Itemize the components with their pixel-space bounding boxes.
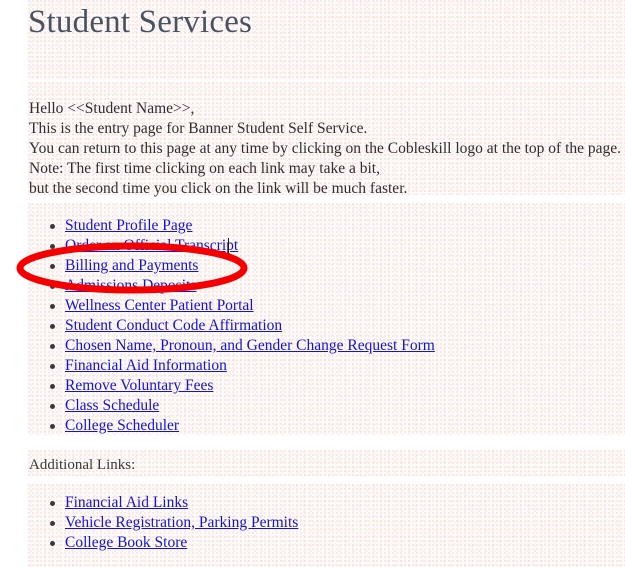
list-item: Student Conduct Code Affirmation	[29, 316, 435, 336]
link-class-schedule[interactable]: Class Schedule	[65, 397, 159, 414]
list-item: Chosen Name, Pronoun, and Gender Change …	[29, 336, 435, 356]
link-billing-and-payments[interactable]: Billing and Payments	[65, 257, 198, 274]
list-item: Vehicle Registration, Parking Permits	[29, 513, 298, 533]
text-caret	[228, 238, 229, 255]
main-link-list: Student Profile Page Order an Official T…	[29, 216, 435, 436]
intro-line-entry-page: This is the entry page for Banner Studen…	[29, 120, 368, 137]
link-chosen-name-request-form[interactable]: Chosen Name, Pronoun, and Gender Change …	[65, 337, 435, 354]
list-item: Student Profile Page	[29, 216, 435, 236]
list-item: Wellness Center Patient Portal	[29, 296, 435, 316]
link-wellness-center-portal[interactable]: Wellness Center Patient Portal	[65, 297, 254, 314]
additional-link-list: Financial Aid Links Vehicle Registration…	[29, 493, 298, 553]
intro-line-note-cont: but the second time you click on the lin…	[29, 180, 408, 197]
link-remove-voluntary-fees[interactable]: Remove Voluntary Fees	[65, 377, 213, 394]
list-item: College Book Store	[29, 533, 298, 553]
link-order-official-transcript[interactable]: Order an Official Transcript	[65, 237, 238, 254]
list-item: Order an Official Transcript	[29, 236, 435, 256]
link-financial-aid-links[interactable]: Financial Aid Links	[65, 494, 188, 511]
intro-line-greeting: Hello <<Student Name>>,	[29, 100, 195, 117]
link-college-book-store[interactable]: College Book Store	[65, 534, 187, 551]
list-item: Remove Voluntary Fees	[29, 376, 435, 396]
intro-paragraph: Hello <<Student Name>>, This is the entr…	[29, 99, 621, 199]
intro-line-return: You can return to this page at any time …	[29, 140, 622, 157]
link-student-conduct-code[interactable]: Student Conduct Code Affirmation	[65, 317, 282, 334]
link-vehicle-registration[interactable]: Vehicle Registration, Parking Permits	[65, 514, 298, 531]
link-college-scheduler[interactable]: College Scheduler	[65, 417, 179, 434]
additional-links-heading: Additional Links:	[29, 457, 136, 473]
page-title: Student Services	[28, 4, 253, 40]
link-admissions-deposits[interactable]: Admissions Deposits	[65, 277, 196, 294]
list-item: Class Schedule	[29, 396, 435, 416]
list-item: Billing and Payments	[29, 256, 435, 276]
list-item: College Scheduler	[29, 416, 435, 436]
link-student-profile-page[interactable]: Student Profile Page	[65, 217, 192, 234]
list-item: Admissions Deposits	[29, 276, 435, 296]
intro-line-note: Note: The first time clicking on each li…	[29, 160, 380, 177]
list-item: Financial Aid Information	[29, 356, 435, 376]
link-financial-aid-information[interactable]: Financial Aid Information	[65, 357, 227, 374]
list-item: Financial Aid Links	[29, 493, 298, 513]
